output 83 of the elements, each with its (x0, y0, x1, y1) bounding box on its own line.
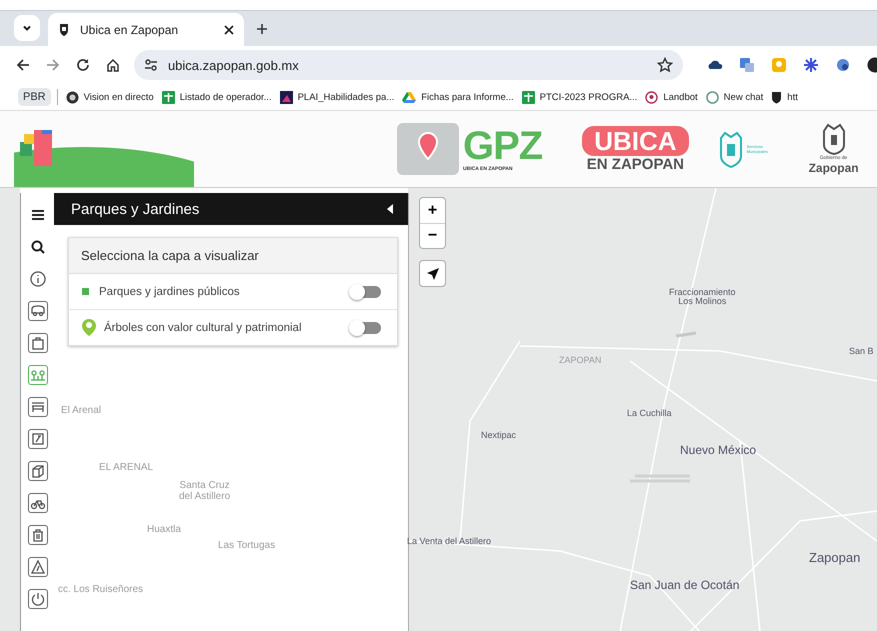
legend-square-icon (82, 288, 89, 295)
map-place-label: San B (849, 347, 874, 356)
url-text: ubica.zapopan.gob.mx (168, 58, 300, 72)
reload-icon[interactable] (76, 58, 90, 72)
info-icon (30, 271, 46, 287)
close-icon[interactable] (224, 24, 234, 34)
spreadsheet-icon (522, 90, 535, 104)
drive-icon (402, 90, 416, 104)
tab-title: Ubica en Zapopan (80, 22, 180, 36)
ubica-logo: UBICA EN ZAPOPAN (582, 126, 689, 172)
cube-tool-button[interactable] (28, 461, 48, 481)
layer-toggle[interactable] (351, 286, 381, 298)
map-place-label: EL ARENAL (99, 463, 154, 474)
power-tool-button[interactable] (28, 589, 48, 609)
tree-pin-icon (82, 319, 96, 336)
tab-list-button[interactable] (14, 15, 40, 41)
camera-icon (66, 90, 79, 104)
bag-icon (30, 335, 46, 351)
road-tool-button[interactable] (28, 557, 48, 577)
bike-tool-button[interactable] (28, 493, 48, 513)
info-tool-button[interactable] (28, 269, 48, 289)
app-icon (280, 90, 293, 104)
map-place-label: San Juan de Ocotán (630, 579, 740, 592)
chat-icon (706, 90, 719, 104)
shield-icon (58, 22, 70, 36)
pin-icon (645, 90, 658, 104)
star-icon[interactable] (657, 57, 674, 73)
bench-tool-button[interactable] (28, 397, 48, 417)
bookmark-item[interactable]: Landbot (645, 90, 698, 104)
sport-tool-button[interactable] (28, 429, 48, 449)
map-place-label: La Cuchilla (627, 409, 672, 418)
map-place-label: cc. Los Ruiseñores (58, 585, 144, 596)
map-place-label: Nextipac (481, 431, 516, 440)
back-icon[interactable] (16, 58, 30, 72)
layer-toggle[interactable] (351, 322, 381, 334)
map-place-label: Nuevo México (680, 444, 756, 457)
bus-icon (30, 303, 46, 319)
bookmark-item[interactable]: PTCI-2023 PROGRA... (522, 90, 638, 104)
bookmark-item[interactable]: Fichas para Informe... (402, 90, 514, 104)
cloud-icon[interactable] (707, 59, 724, 71)
bookmark-item[interactable]: New chat (706, 90, 764, 104)
map-place-label: Zapopan (809, 551, 860, 565)
trash-tool-button[interactable] (28, 525, 48, 545)
address-bar[interactable]: ubica.zapopan.gob.mx (134, 50, 684, 80)
road-icon (30, 559, 46, 575)
bus-tool-button[interactable] (28, 301, 48, 321)
menu-icon (30, 207, 46, 223)
bookmark-item[interactable]: htt (771, 90, 798, 104)
home-icon[interactable] (106, 58, 120, 72)
layer-label: Parques y jardines públicos (99, 286, 241, 298)
layer-label: Árboles con valor cultural y patrimonial (104, 322, 303, 334)
bookmark-item[interactable]: Listado de operador... (162, 90, 272, 104)
bookmark-item[interactable]: Vision en directo (66, 90, 154, 104)
power-icon (30, 591, 46, 607)
trash-icon (30, 527, 46, 543)
panel-title: Parques y Jardines (71, 200, 200, 218)
map-place-label: Las Tortugas (218, 541, 276, 552)
globe-icon[interactable] (835, 57, 851, 73)
navigation-arrow-icon (426, 266, 440, 280)
bookmark-item[interactable]: PLAI_Habilidades pa... (280, 90, 394, 104)
browser-tab[interactable]: Ubica en Zapopan (48, 13, 244, 46)
map-place-label: La Venta del Astillero (407, 537, 492, 546)
asterisk-icon[interactable] (803, 57, 820, 73)
map-place-label: ZAPOPAN (559, 356, 602, 366)
park-tool-button[interactable] (28, 365, 48, 385)
translate-icon[interactable] (739, 57, 756, 73)
cube-icon (30, 463, 46, 479)
spreadsheet-icon (162, 90, 175, 104)
bag-tool-button[interactable] (28, 333, 48, 353)
map-place-label: Fraccionamiento Los Molinos (669, 288, 736, 307)
map-place-label: El Arenal (61, 406, 102, 416)
bookmark-chip[interactable]: PBR (18, 88, 51, 106)
shield-icon (771, 90, 782, 104)
site-settings-icon[interactable] (144, 59, 158, 71)
forward-icon[interactable] (46, 58, 60, 72)
map-place-label: Santa Cruz del Astillero (179, 481, 230, 502)
locate-button[interactable] (419, 260, 446, 287)
new-tab-icon[interactable] (256, 23, 268, 35)
search-icon (30, 239, 46, 255)
zoom-out-button[interactable]: − (420, 223, 445, 248)
map-place-label: Huaxtla (147, 525, 181, 536)
collapse-icon[interactable] (386, 203, 394, 215)
card-title: Selecciona la capa a visualizar (69, 238, 397, 274)
